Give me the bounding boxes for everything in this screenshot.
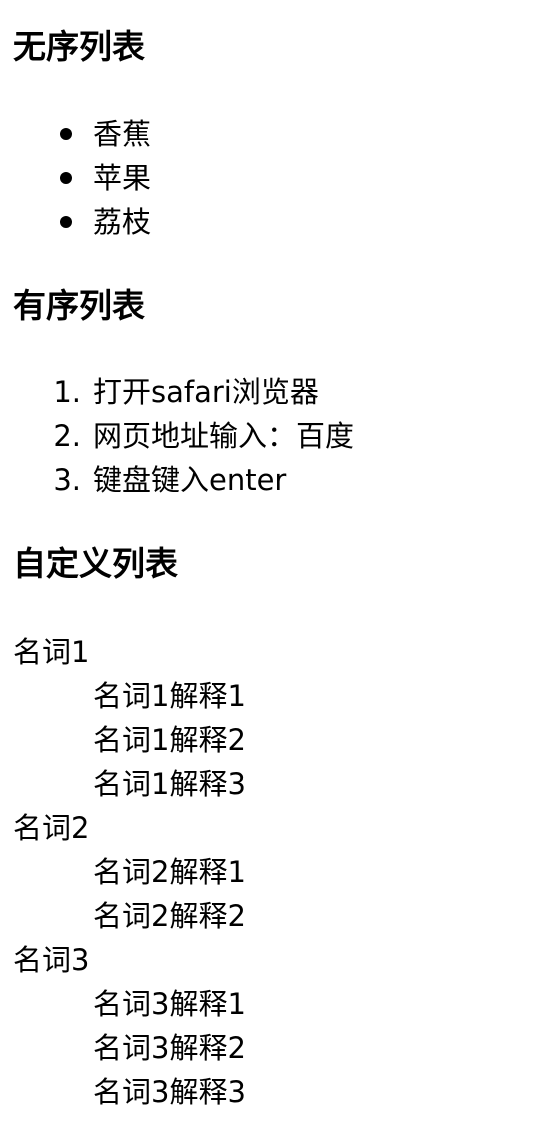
definition-description: 名词1解释1 [93, 679, 246, 713]
list-item: 2. 网页地址输入：百度 [13, 414, 538, 458]
list-item: 1. 打开safari浏览器 [13, 370, 538, 414]
list-item: 苹果 [13, 156, 538, 200]
list-item-text: 香蕉 [93, 117, 152, 151]
list-item-number: 1. [53, 375, 81, 409]
definition-description: 名词3解释1 [93, 987, 246, 1021]
list-item: 3. 键盘键入enter [13, 458, 538, 502]
definition-term: 名词1 [13, 635, 90, 669]
unordered-list-heading: 无序列表 [13, 27, 145, 66]
definition-description: 名词1解释2 [93, 723, 246, 757]
list-item-text: 荔枝 [93, 205, 152, 239]
list-item-text: 苹果 [93, 161, 152, 195]
definition-term: 名词2 [13, 811, 90, 845]
list-item-text: 打开safari浏览器 [93, 375, 319, 409]
definition-description: 名词3解释2 [93, 1031, 246, 1065]
definition-description: 名词2解释1 [93, 855, 246, 889]
definition-description: 名词2解释2 [93, 899, 246, 933]
document-page: 无序列表 香蕉 苹果 荔枝 有序列表 1. 打开safari浏览器 2. 网页地址输… [0, 0, 538, 1114]
definition-description: 名词1解释3 [93, 767, 246, 801]
definition-list-heading: 自定义列表 [13, 544, 178, 583]
definition-list: 名词1 名词1解释1 名词1解释2 名词1解释3 名词2 名词2解释1 名词2解… [13, 586, 538, 1114]
definition-term: 名词3 [13, 943, 90, 977]
bullet-icon [60, 216, 72, 228]
ordered-list: 1. 打开safari浏览器 2. 网页地址输入：百度 3. 键盘键入enter [13, 328, 538, 542]
list-item-number: 3. [53, 463, 81, 497]
list-item-number: 2. [53, 419, 81, 453]
definition-description: 名词3解释3 [93, 1075, 246, 1109]
bullet-icon [60, 128, 72, 140]
list-item-text: 键盘键入enter [93, 463, 287, 497]
bullet-icon [60, 172, 72, 184]
list-item: 香蕉 [13, 112, 538, 156]
list-item-text: 网页地址输入：百度 [93, 419, 355, 453]
list-item: 荔枝 [13, 200, 538, 244]
unordered-list: 香蕉 苹果 荔枝 [13, 69, 538, 284]
ordered-list-heading: 有序列表 [13, 286, 145, 325]
